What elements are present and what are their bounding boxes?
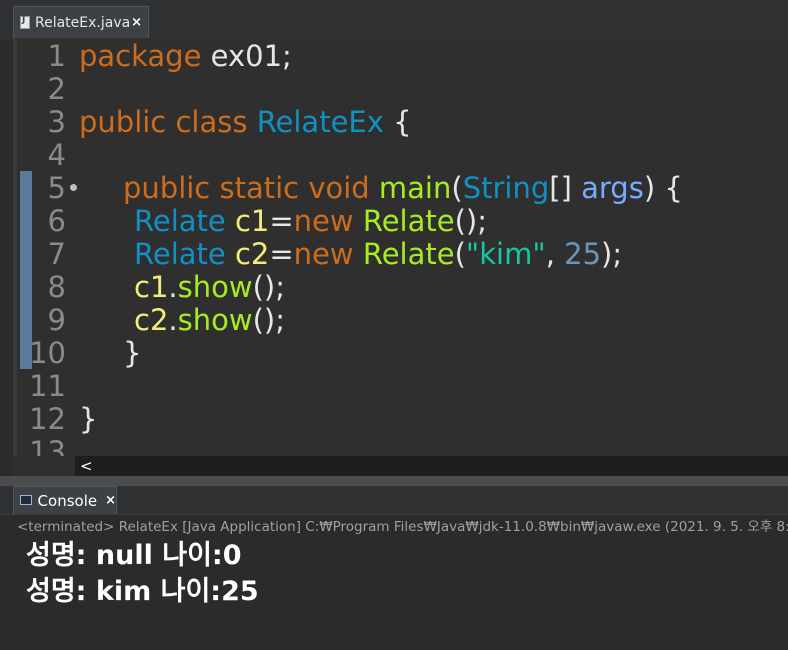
line-number: 13 — [29, 435, 66, 457]
code-text: (); — [252, 270, 285, 304]
constructor-call: Relate — [362, 237, 455, 271]
keyword: new — [293, 204, 354, 238]
string-literal: "kim" — [465, 237, 546, 271]
line-number: 3 — [47, 105, 66, 139]
code-text: ( — [451, 171, 463, 205]
keyword: public static void — [123, 171, 370, 205]
horizontal-scrollbar[interactable]: < — [13, 456, 788, 476]
parameter-name: args — [581, 171, 644, 205]
console-icon — [20, 494, 32, 505]
code-line-10: } — [123, 337, 141, 370]
code-line-5: public static void main(String[] args) { — [123, 172, 683, 205]
line-number: 1 — [47, 39, 66, 73]
java-file-icon — [20, 15, 30, 29]
editor-tab-bar: RelateEx.java × — [0, 0, 788, 40]
line-number: 11 — [29, 369, 66, 403]
tab-label: RelateEx.java — [35, 14, 131, 31]
variable-name: c2 — [134, 303, 169, 337]
number-literal: 25 — [564, 237, 602, 271]
tab-console[interactable]: Console × — [13, 486, 117, 514]
code-line-8: c1.show(); — [134, 271, 285, 304]
variable-name: c1 — [134, 270, 169, 304]
variable-name: c1 — [234, 204, 270, 238]
console-status-line: <terminated> RelateEx [Java Application]… — [0, 514, 788, 538]
method-name: show — [177, 270, 253, 304]
code-text: . — [168, 270, 178, 304]
line-number-gutter: 1 2 3 4 5 6 7 8 9 10 11 12 13 — [17, 38, 77, 457]
close-tab-icon[interactable]: × — [131, 15, 142, 30]
console-output-line: 성명: kim 나이:25 — [26, 576, 259, 607]
line-number: 4 — [47, 138, 66, 172]
method-name: show — [177, 303, 253, 337]
code-line-3: public class RelateEx { — [79, 106, 412, 139]
console-tab-bar: Console × — [0, 486, 788, 514]
class-name: RelateEx — [256, 105, 384, 139]
code-line-1: package ex01; — [79, 40, 292, 73]
console-output[interactable]: 성명: null 나이:0 성명: kim 나이:25 — [0, 538, 788, 650]
class-name: Relate — [134, 237, 226, 271]
code-text: } — [79, 402, 98, 436]
code-line-12: } — [79, 403, 97, 436]
method-name: main — [378, 171, 452, 205]
close-tab-icon[interactable]: × — [105, 493, 116, 508]
tab-label: Console — [37, 491, 98, 510]
class-name: Relate — [134, 204, 226, 238]
code-line-9: c2.show(); — [134, 304, 285, 337]
console-output-line: 성명: null 나이:0 — [26, 540, 242, 571]
keyword: public class — [79, 105, 248, 139]
code-text: [] — [549, 171, 582, 205]
scroll-left-arrow-icon[interactable]: < — [80, 457, 93, 475]
keyword: package — [79, 39, 202, 73]
code-text: . — [168, 303, 178, 337]
code-text: } — [123, 336, 142, 370]
fold-marker-icon[interactable] — [70, 184, 77, 191]
code-text: , — [545, 237, 565, 271]
line-number: 6 — [47, 204, 66, 238]
code-line-7: Relate c2=new Relate("kim", 25); — [134, 238, 622, 271]
code-text: ); — [601, 237, 623, 271]
code-text: { — [383, 105, 412, 139]
line-number: 2 — [47, 72, 66, 106]
class-name: String — [462, 171, 550, 205]
code-text: (); — [252, 303, 285, 337]
code-line-6: Relate c1=new Relate(); — [134, 205, 487, 238]
line-number: 12 — [29, 402, 66, 436]
code-editor[interactable]: 1 2 3 4 5 6 7 8 9 10 11 12 13 package ex… — [13, 38, 788, 456]
code-text: ) { — [643, 171, 683, 205]
line-number: 9 — [47, 303, 66, 337]
tab-relateex-java[interactable]: RelateEx.java × — [13, 6, 149, 38]
operator: = — [269, 237, 294, 271]
constructor-call: Relate — [362, 204, 455, 238]
code-text: (); — [454, 204, 487, 238]
code-text: ( — [454, 237, 466, 271]
panel-divider[interactable] — [0, 476, 788, 486]
code-text: ex01; — [201, 39, 292, 73]
line-number: 8 — [47, 270, 66, 304]
line-number: 10 — [29, 336, 66, 370]
keyword: new — [293, 237, 354, 271]
operator: = — [269, 204, 294, 238]
line-number: 7 — [47, 237, 66, 271]
variable-name: c2 — [234, 237, 270, 271]
line-number: 5 — [47, 171, 66, 205]
gutter-corner — [13, 456, 75, 476]
